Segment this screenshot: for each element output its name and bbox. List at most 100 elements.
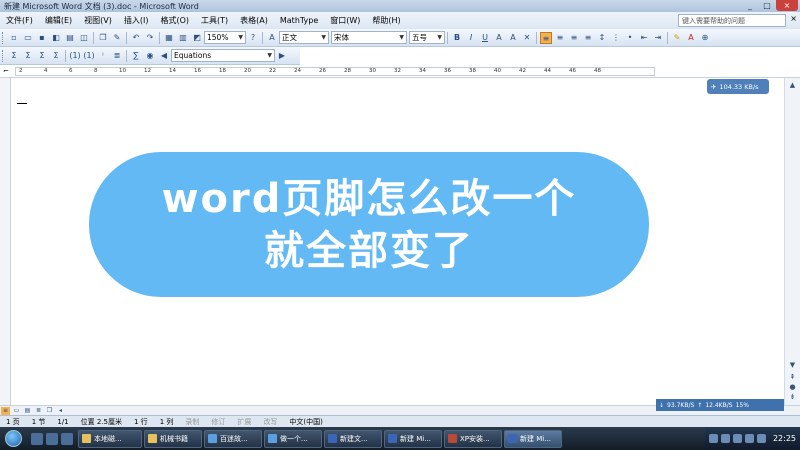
menu-edit[interactable]: 编辑(E) [39, 15, 78, 26]
new-document-icon[interactable]: ▫ [8, 32, 20, 44]
undo-icon[interactable]: ↶ [130, 32, 142, 44]
show-desktop-icon[interactable] [46, 432, 58, 445]
normal-view-icon[interactable]: ≡ [1, 406, 10, 415]
vertical-ruler[interactable] [0, 78, 11, 405]
taskbar-item[interactable]: 百迷故... [204, 429, 262, 448]
app-icon[interactable] [61, 432, 73, 445]
browser-icon[interactable] [31, 432, 43, 445]
drawing-icon[interactable]: ◩ [191, 32, 203, 44]
status-record[interactable]: 录制 [179, 417, 205, 427]
format-painter-icon[interactable]: ✎ [111, 32, 123, 44]
print-icon[interactable]: ▤ [64, 32, 76, 44]
next-page-icon[interactable]: ⇟ [787, 392, 798, 403]
equations-select[interactable]: Equations ▼ [171, 49, 275, 62]
status-overtype[interactable]: 改写 [257, 417, 283, 427]
horizontal-ruler[interactable]: ⌐ 2 4 6 8 10 12 14 16 18 20 22 24 26 28 … [0, 65, 800, 78]
vertical-scrollbar[interactable]: ▲ ▼ ⇞ ● ⇟ [784, 78, 800, 405]
insert-reference-icon[interactable]: (1) [83, 50, 95, 62]
outline-view-icon[interactable]: ≣ [34, 407, 43, 415]
menu-insert[interactable]: 插入(I) [118, 15, 155, 26]
document-close-icon[interactable]: × [790, 14, 797, 23]
inline-equation-icon[interactable]: Σ [22, 50, 34, 62]
styles-pane-icon[interactable]: A [266, 32, 278, 44]
menu-format[interactable]: 格式(O) [154, 15, 195, 26]
copy-icon[interactable]: ❐ [97, 32, 109, 44]
menu-view[interactable]: 视图(V) [78, 15, 118, 26]
print-view-icon[interactable]: ▤ [23, 407, 32, 415]
font-size-select[interactable]: 五号 ▼ [409, 31, 445, 44]
scroll-left-icon[interactable]: ◂ [56, 407, 65, 415]
taskbar-item[interactable]: 新建 Mi... [384, 429, 442, 448]
tab-selector-icon[interactable]: ⌐ [3, 67, 9, 75]
menu-window[interactable]: 窗口(W) [324, 15, 366, 26]
start-button[interactable] [0, 428, 26, 449]
menu-help[interactable]: 帮助(H) [366, 15, 406, 26]
char-border-icon[interactable]: A [493, 32, 505, 44]
increase-indent-icon[interactable]: ⇥ [652, 32, 664, 44]
style-select[interactable]: 正文 ▼ [279, 31, 329, 44]
sum-icon[interactable]: Σ [8, 50, 20, 62]
right-numbered-icon[interactable]: Σ [50, 50, 62, 62]
taskbar-item[interactable]: 做一个... [264, 429, 322, 448]
highlight-icon[interactable]: ✎ [671, 32, 683, 44]
decrease-indent-icon[interactable]: ⇤ [638, 32, 650, 44]
align-center-icon[interactable]: ≡ [554, 32, 566, 44]
taskbar-item-active[interactable]: 新建 Mi... [504, 429, 562, 448]
underline-button[interactable]: U [479, 32, 491, 44]
menu-tools[interactable]: 工具(T) [195, 15, 234, 26]
align-justify-icon[interactable]: ≡ [540, 31, 552, 44]
help-search-input[interactable]: 键入需要帮助的问题 [678, 14, 786, 27]
network-meter[interactable]: ↓ 93.7KB/S ↑ 12.4KB/S 15% [656, 399, 784, 411]
forward-arrow-icon[interactable]: ▶ [276, 50, 288, 62]
menu-file[interactable]: 文件(F) [0, 15, 39, 26]
toggle-tex-icon[interactable]: ∑ [130, 50, 142, 62]
insert-number-icon[interactable]: (1) [69, 50, 81, 62]
save-icon[interactable]: ▪ [36, 32, 48, 44]
italic-button[interactable]: I [465, 32, 477, 44]
numbering-icon[interactable]: ⋮ [610, 32, 622, 44]
enclosed-char-icon[interactable]: ⊕ [699, 32, 711, 44]
bold-button[interactable]: B [451, 32, 463, 44]
taskbar-item[interactable]: 本地磁... [78, 429, 142, 448]
taskbar-item[interactable]: 新建文... [324, 429, 382, 448]
permission-icon[interactable]: ◧ [50, 32, 62, 44]
tray-icon[interactable] [720, 434, 730, 443]
taskbar-item[interactable]: XP安装... [444, 429, 502, 448]
download-speed-widget[interactable]: ✈ 104.33 KB/s [707, 79, 769, 94]
maximize-button[interactable]: □ [759, 0, 775, 11]
display-equation-icon[interactable]: Σ [36, 50, 48, 62]
scroll-up-icon[interactable]: ▲ [787, 80, 798, 91]
font-color-icon[interactable]: A [685, 32, 697, 44]
table-icon[interactable]: ▦ [163, 32, 175, 44]
security-icon[interactable] [756, 434, 766, 443]
help-icon[interactable]: ? [247, 32, 259, 44]
columns-icon[interactable]: ▥ [177, 32, 189, 44]
toolbar-grip[interactable] [2, 31, 5, 44]
open-folder-icon[interactable]: ▭ [22, 32, 34, 44]
web-icon[interactable]: ◉ [144, 50, 156, 62]
tray-icon[interactable] [708, 434, 718, 443]
reading-view-icon[interactable]: ❐ [45, 407, 54, 415]
zoom-select[interactable]: 150% ▼ [204, 31, 246, 44]
format-equations-icon[interactable]: ≣ [111, 50, 123, 62]
scroll-down-icon[interactable]: ▼ [787, 360, 798, 371]
font-select[interactable]: 宋体 ▼ [331, 31, 407, 44]
close-button[interactable]: × [776, 0, 798, 11]
chapter-break-icon[interactable]: ⁱ [97, 50, 109, 62]
status-track-changes[interactable]: 修订 [205, 417, 231, 427]
distributed-icon[interactable]: ≡ [582, 32, 594, 44]
web-view-icon[interactable]: ▭ [12, 407, 21, 415]
clock[interactable]: 22:25 [773, 434, 796, 443]
taskbar-item[interactable]: 机械书籍 [144, 429, 202, 448]
char-shading-icon[interactable]: A [507, 32, 519, 44]
char-scale-icon[interactable]: ✕ [521, 32, 533, 44]
status-extend[interactable]: 扩展 [231, 417, 257, 427]
volume-icon[interactable] [744, 434, 754, 443]
print-preview-icon[interactable]: ◫ [78, 32, 90, 44]
line-spacing-icon[interactable]: ↕ [596, 32, 608, 44]
toolbar-grip[interactable] [2, 49, 5, 62]
menu-table[interactable]: 表格(A) [234, 15, 274, 26]
minimize-button[interactable]: _ [742, 0, 758, 11]
menu-mathtype[interactable]: MathType [274, 16, 324, 25]
back-arrow-icon[interactable]: ◀ [158, 50, 170, 62]
